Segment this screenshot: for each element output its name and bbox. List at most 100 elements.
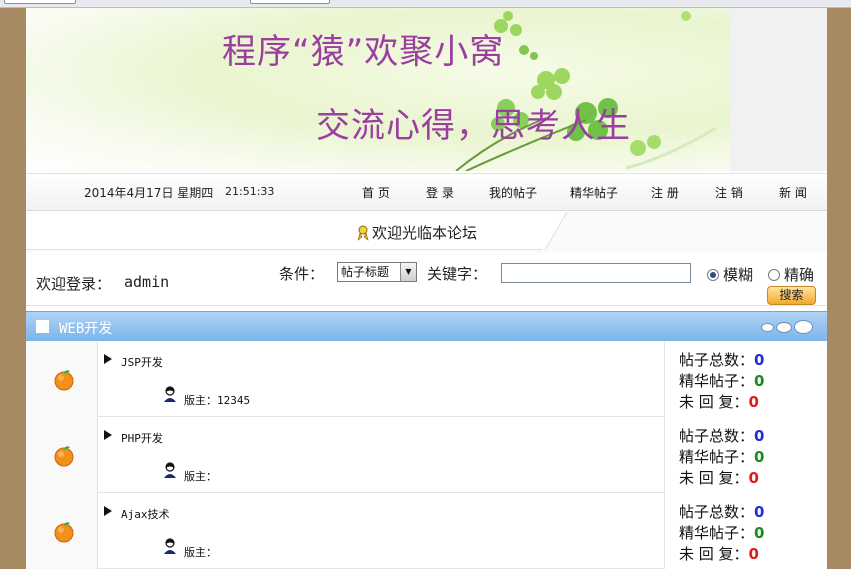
nav-logout-link[interactable]: 注 销 (715, 184, 743, 201)
stat-total: 帖子总数：0 (679, 349, 764, 370)
forum-name-link[interactable]: Ajax技术 (121, 506, 170, 522)
maximize-oval-icon[interactable] (794, 320, 813, 334)
minimize-oval-icon[interactable] (761, 322, 774, 332)
condition-select-value: 帖子标题 (341, 265, 390, 279)
fuzzy-radio[interactable]: 模糊 (707, 264, 753, 285)
stat-reply: 未 回 复：0 (679, 543, 759, 564)
forum-name-link[interactable]: PHP开发 (121, 430, 163, 446)
search-button[interactable]: 搜索 (767, 286, 816, 305)
forum-icon-cell (26, 341, 98, 417)
category-title: WEB开发 (59, 321, 113, 337)
exact-radio-label: 精确 (784, 266, 815, 284)
keyword-input[interactable] (501, 263, 691, 283)
stat-reply-label: 未 回 复： (679, 393, 749, 411)
forum-icon-cell (26, 417, 98, 493)
search-panel: 欢迎登录： admin 条件： 帖子标题 ▼ 关键字： 模糊 精确 搜索 (26, 252, 827, 306)
chevron-down-icon[interactable]: ▼ (400, 263, 416, 281)
forum-stats-cell: 帖子总数：0 精华帖子：0 未 回 复：0 (664, 493, 827, 569)
forum-page: 程序“猿”欢聚小窝 交流心得，思考人生 2014年4月17日 星期四 21:51… (26, 8, 827, 569)
stat-reply: 未 回 复：0 (679, 467, 759, 488)
category-square-icon (36, 320, 49, 333)
ribbon-icon (357, 225, 369, 241)
banner-side-panel (730, 8, 827, 171)
stat-elite-value: 0 (754, 448, 765, 466)
exact-radio-button[interactable] (768, 268, 780, 281)
stat-total: 帖子总数：0 (679, 425, 764, 446)
keyword-label: 关键字： (427, 265, 488, 283)
exact-radio[interactable]: 精确 (768, 264, 814, 285)
stat-total: 帖子总数：0 (679, 501, 764, 522)
banner-title: 程序“猿”欢聚小窝 (222, 32, 505, 72)
forum-icon-cell (26, 493, 98, 569)
welcome-message: 欢迎光临本论坛 (356, 222, 477, 243)
fuzzy-radio-button[interactable] (707, 268, 719, 281)
stat-reply-label: 未 回 复： (679, 469, 749, 487)
moderator-label: 版主：12345 (184, 394, 251, 407)
nav-bar: 2014年4月17日 星期四 21:51:33 首 页 登 录 我的帖子 精华帖… (26, 173, 827, 211)
stat-elite-value: 0 (754, 524, 765, 542)
forum-row[interactable]: PHP开发 版主： 帖子总数：0 精华帖子：0 未 回 复：0 (26, 417, 827, 493)
forum-row[interactable]: JSP开发 版主：12345 帖子总数：0 精华帖子：0 未 回 复：0 (26, 341, 827, 417)
condition-label: 条件： (279, 265, 325, 283)
welcome-bar: 欢迎光临本论坛 (26, 212, 827, 252)
stat-total-value: 0 (754, 503, 765, 521)
stat-elite-value: 0 (754, 372, 765, 390)
stat-elite: 精华帖子：0 (679, 370, 764, 391)
fuzzy-radio-label: 模糊 (723, 266, 754, 284)
forum-stats-cell: 帖子总数：0 精华帖子：0 未 回 复：0 (664, 417, 827, 493)
expand-triangle-icon (104, 430, 112, 440)
logged-in-user: admin (124, 273, 170, 291)
banner: 程序“猿”欢聚小窝 交流心得，思考人生 (26, 8, 827, 171)
nav-home-link[interactable]: 首 页 (362, 184, 390, 201)
nav-my-posts-link[interactable]: 我的帖子 (489, 184, 537, 201)
stat-total-value: 0 (754, 427, 765, 445)
stat-reply-value: 0 (748, 545, 759, 563)
browser-address-box[interactable] (4, 0, 76, 4)
forum-main-cell: JSP开发 版主：12345 (99, 341, 664, 417)
stat-elite: 精华帖子：0 (679, 522, 764, 543)
stat-total-value: 0 (754, 351, 765, 369)
nav-elite-posts-link[interactable]: 精华帖子 (570, 184, 618, 201)
window-controls (761, 320, 813, 334)
nav-register-link[interactable]: 注 册 (651, 184, 679, 201)
forum-list: JSP开发 版主：12345 帖子总数：0 精华帖子：0 未 回 复：0 PHP… (26, 341, 827, 569)
moderator-icon (164, 462, 176, 478)
forum-main-cell: PHP开发 版主： (99, 417, 664, 493)
stat-elite: 精华帖子：0 (679, 446, 764, 467)
nav-news-link[interactable]: 新 闻 (779, 184, 807, 201)
browser-toolbar-strip (0, 0, 851, 8)
moderator-label: 版主： (184, 470, 217, 483)
welcome-text: 欢迎光临本论坛 (372, 224, 478, 242)
nav-login-link[interactable]: 登 录 (426, 184, 454, 201)
orange-icon (54, 370, 74, 391)
banner-subtitle: 交流心得，思考人生 (316, 106, 631, 146)
orange-icon (54, 446, 74, 467)
stat-elite-label: 精华帖子： (679, 524, 755, 542)
expand-triangle-icon (104, 354, 112, 364)
stat-reply: 未 回 复：0 (679, 391, 759, 412)
browser-search-box[interactable] (250, 0, 330, 4)
moderator-icon (164, 386, 176, 402)
moderator-icon (164, 538, 176, 554)
category-header: WEB开发 (26, 311, 827, 341)
restore-oval-icon[interactable] (776, 321, 792, 333)
stat-reply-label: 未 回 复： (679, 545, 749, 563)
current-time: 21:51:33 (225, 185, 275, 198)
login-label: 欢迎登录： (36, 275, 112, 293)
moderator-label: 版主： (184, 546, 217, 559)
stat-total-label: 帖子总数： (679, 427, 755, 445)
stat-reply-value: 0 (748, 469, 759, 487)
banner-image: 程序“猿”欢聚小窝 交流心得，思考人生 (26, 8, 730, 171)
forum-main-cell: Ajax技术 版主： (99, 493, 664, 569)
stat-elite-label: 精华帖子： (679, 372, 755, 390)
forum-name-link[interactable]: JSP开发 (121, 354, 163, 370)
stat-reply-value: 0 (748, 393, 759, 411)
orange-icon (54, 522, 74, 543)
stat-total-label: 帖子总数： (679, 351, 755, 369)
forum-row[interactable]: Ajax技术 版主： 帖子总数：0 精华帖子：0 未 回 复：0 (26, 493, 827, 569)
current-date: 2014年4月17日 星期四 (84, 186, 214, 200)
forum-stats-cell: 帖子总数：0 精华帖子：0 未 回 复：0 (664, 341, 827, 417)
condition-select[interactable]: 帖子标题 ▼ (337, 262, 417, 282)
expand-triangle-icon (104, 506, 112, 516)
stat-elite-label: 精华帖子： (679, 448, 755, 466)
